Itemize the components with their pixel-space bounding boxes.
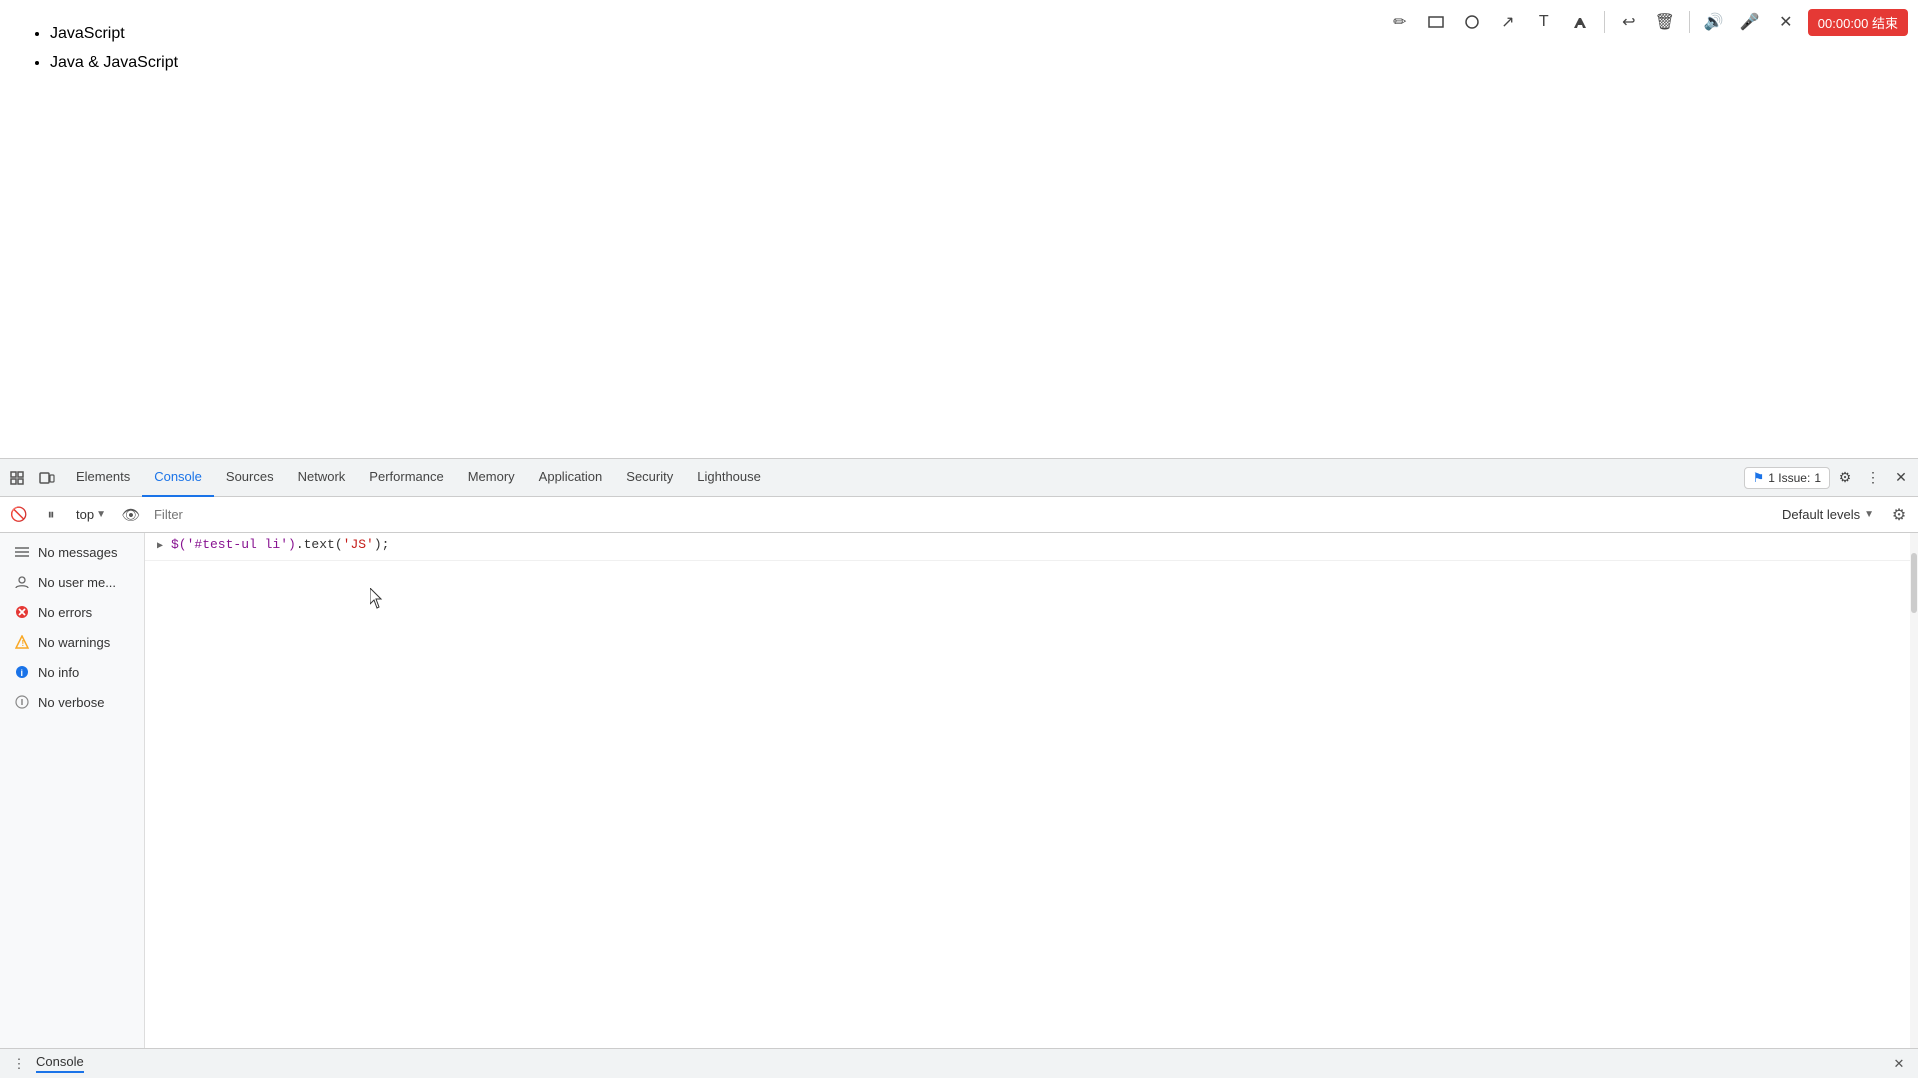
mouse-cursor	[370, 588, 386, 615]
console-sidebar: No messages No user me... No errors ! No…	[0, 533, 145, 1048]
console-settings-icon[interactable]: ⚙	[1886, 502, 1912, 528]
toolbar-separator	[1604, 11, 1605, 33]
expand-icon[interactable]: ▶	[153, 539, 167, 553]
tab-elements[interactable]: Elements	[64, 459, 142, 497]
default-levels-label: Default levels	[1782, 507, 1860, 522]
close-icon[interactable]: ✕	[1772, 8, 1800, 36]
sidebar-messages-label: No messages	[38, 545, 117, 560]
devtools-settings-icon[interactable]: ⚙	[1832, 465, 1858, 491]
console-filter-bar: 🚫 ⏸ top ▼ 👁 Default levels ▼ ⚙	[0, 497, 1918, 533]
toolbar-separator-2	[1689, 11, 1690, 33]
rectangle-icon[interactable]	[1422, 8, 1450, 36]
devtools-bottom-bar: ⋮ Console ✕	[0, 1048, 1918, 1078]
devtools-left-icons	[4, 465, 60, 491]
code-selector: $('#test-ul li')	[171, 537, 296, 552]
list-item-2: Java & JavaScript	[50, 49, 1888, 78]
sidebar-user-messages-label: No user me...	[38, 575, 116, 590]
code-closing: );	[374, 537, 390, 552]
error-icon	[14, 604, 30, 620]
list-icon	[14, 544, 30, 560]
chevron-down-icon-2: ▼	[1864, 509, 1874, 520]
chevron-down-icon: ▼	[96, 509, 106, 520]
mic-icon[interactable]: 🎤	[1736, 8, 1764, 36]
sidebar-item-errors[interactable]: No errors	[4, 598, 140, 626]
bottom-bar-close-button[interactable]: ✕	[1888, 1053, 1910, 1075]
code-method: .text(	[296, 537, 343, 552]
sidebar-item-verbose[interactable]: No verbose	[4, 688, 140, 716]
delete-icon[interactable]: 🗑	[1651, 8, 1679, 36]
sidebar-item-warnings[interactable]: ! No warnings	[4, 628, 140, 656]
bottom-bar-console-label[interactable]: Console	[36, 1054, 84, 1073]
issues-badge[interactable]: ⚑ 1 Issue: 1	[1744, 467, 1830, 489]
verbose-icon	[14, 694, 30, 710]
context-label: top	[76, 507, 94, 522]
devtools-tabs-bar: Elements Console Sources Network Perform…	[0, 459, 1918, 497]
tab-console[interactable]: Console	[142, 459, 214, 497]
sidebar-item-messages[interactable]: No messages	[4, 538, 140, 566]
issues-count: 1	[1814, 471, 1821, 485]
sidebar-info-label: No info	[38, 665, 79, 680]
pencil-icon[interactable]: ✏	[1386, 8, 1414, 36]
volume-icon[interactable]: 🔊	[1700, 8, 1728, 36]
timer-button[interactable]: 00:00:00 结束	[1808, 9, 1908, 36]
console-body: No messages No user me... No errors ! No…	[0, 533, 1918, 1048]
sidebar-errors-label: No errors	[38, 605, 92, 620]
tab-lighthouse[interactable]: Lighthouse	[685, 459, 773, 497]
sidebar-item-info[interactable]: i No info	[4, 658, 140, 686]
sidebar-item-user-messages[interactable]: No user me...	[4, 568, 140, 596]
user-icon	[14, 574, 30, 590]
context-selector[interactable]: top ▼	[70, 505, 112, 524]
circle-icon[interactable]	[1458, 8, 1486, 36]
undo-icon[interactable]: ↩	[1615, 8, 1643, 36]
bottom-bar-menu-icon[interactable]: ⋮	[8, 1053, 30, 1075]
inspect-icon[interactable]	[4, 465, 30, 491]
tab-application[interactable]: Application	[527, 459, 615, 497]
devtools-more-icon[interactable]: ⋮	[1860, 465, 1886, 491]
eye-icon[interactable]: 👁	[118, 502, 144, 528]
scrollbar-thumb[interactable]	[1911, 553, 1917, 613]
scrollbar-track[interactable]	[1910, 533, 1918, 1048]
tab-sources[interactable]: Sources	[214, 459, 286, 497]
clear-console-button[interactable]: 🚫	[6, 502, 32, 528]
tab-memory[interactable]: Memory	[456, 459, 527, 497]
text-icon[interactable]: T	[1530, 8, 1558, 36]
console-log-area[interactable]: ▶ $('#test-ul li').text('JS');	[145, 533, 1918, 1048]
device-toggle-icon[interactable]	[34, 465, 60, 491]
console-code: $('#test-ul li').text('JS');	[171, 537, 1910, 552]
toolbar-top-right: ✏ ↗ T ↩ 🗑 🔊 🎤 ✕ 00:00:00 结束	[1386, 8, 1908, 36]
issues-label: 1 Issue:	[1768, 471, 1810, 485]
default-levels-button[interactable]: Default levels ▼	[1776, 505, 1880, 524]
page-content: JavaScript Java & JavaScript	[0, 0, 1918, 420]
sidebar-warnings-label: No warnings	[38, 635, 110, 650]
svg-text:!: !	[22, 639, 25, 648]
highlight-icon[interactable]	[1566, 8, 1594, 36]
info-icon: i	[14, 664, 30, 680]
tab-performance[interactable]: Performance	[357, 459, 455, 497]
tab-network[interactable]: Network	[286, 459, 358, 497]
arrow-icon[interactable]: ↗	[1494, 8, 1522, 36]
warning-icon: !	[14, 634, 30, 650]
tab-security[interactable]: Security	[614, 459, 685, 497]
devtools-close-icon[interactable]: ✕	[1888, 465, 1914, 491]
devtools-panel: Elements Console Sources Network Perform…	[0, 458, 1918, 1078]
issues-flag-icon: ⚑	[1753, 470, 1765, 486]
sidebar-verbose-label: No verbose	[38, 695, 104, 710]
svg-text:i: i	[21, 668, 24, 678]
devtools-right-icons: ⚑ 1 Issue: 1 ⚙ ⋮ ✕	[1744, 465, 1914, 491]
console-entry[interactable]: ▶ $('#test-ul li').text('JS');	[145, 533, 1918, 561]
stop-on-exception-button[interactable]: ⏸	[38, 502, 64, 528]
filter-input[interactable]	[150, 505, 1770, 524]
code-string: 'JS'	[343, 537, 374, 552]
